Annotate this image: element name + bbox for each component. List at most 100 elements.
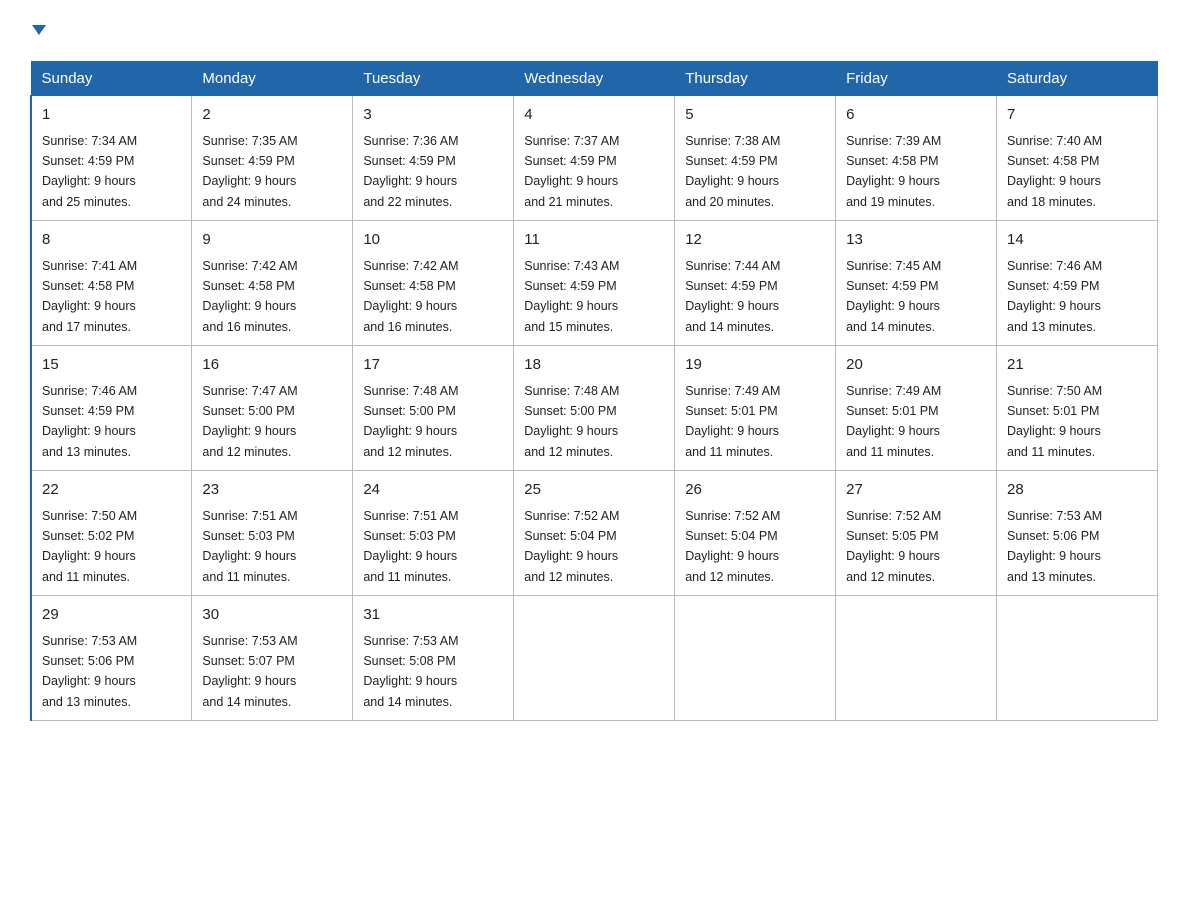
weekday-header-saturday: Saturday	[997, 62, 1158, 96]
day-info: Sunrise: 7:42 AMSunset: 4:58 PMDaylight:…	[363, 259, 458, 334]
day-number: 16	[202, 354, 342, 377]
day-info: Sunrise: 7:46 AMSunset: 4:59 PMDaylight:…	[42, 384, 137, 459]
day-number: 22	[42, 479, 181, 502]
day-info: Sunrise: 7:53 AMSunset: 5:08 PMDaylight:…	[363, 634, 458, 709]
day-info: Sunrise: 7:34 AMSunset: 4:59 PMDaylight:…	[42, 134, 137, 209]
day-info: Sunrise: 7:47 AMSunset: 5:00 PMDaylight:…	[202, 384, 297, 459]
day-info: Sunrise: 7:36 AMSunset: 4:59 PMDaylight:…	[363, 134, 458, 209]
day-info: Sunrise: 7:50 AMSunset: 5:02 PMDaylight:…	[42, 509, 137, 584]
calendar-cell: 30 Sunrise: 7:53 AMSunset: 5:07 PMDaylig…	[192, 596, 353, 721]
calendar-cell: 6 Sunrise: 7:39 AMSunset: 4:58 PMDayligh…	[836, 96, 997, 221]
calendar-cell: 13 Sunrise: 7:45 AMSunset: 4:59 PMDaylig…	[836, 221, 997, 346]
day-number: 14	[1007, 229, 1147, 252]
calendar-cell: 12 Sunrise: 7:44 AMSunset: 4:59 PMDaylig…	[675, 221, 836, 346]
day-number: 13	[846, 229, 986, 252]
day-info: Sunrise: 7:46 AMSunset: 4:59 PMDaylight:…	[1007, 259, 1102, 334]
calendar-cell: 7 Sunrise: 7:40 AMSunset: 4:58 PMDayligh…	[997, 96, 1158, 221]
calendar-cell: 8 Sunrise: 7:41 AMSunset: 4:58 PMDayligh…	[31, 221, 192, 346]
day-number: 6	[846, 104, 986, 127]
day-number: 17	[363, 354, 503, 377]
day-info: Sunrise: 7:52 AMSunset: 5:04 PMDaylight:…	[524, 509, 619, 584]
day-info: Sunrise: 7:35 AMSunset: 4:59 PMDaylight:…	[202, 134, 297, 209]
calendar-cell: 2 Sunrise: 7:35 AMSunset: 4:59 PMDayligh…	[192, 96, 353, 221]
day-info: Sunrise: 7:51 AMSunset: 5:03 PMDaylight:…	[363, 509, 458, 584]
day-number: 19	[685, 354, 825, 377]
day-info: Sunrise: 7:49 AMSunset: 5:01 PMDaylight:…	[685, 384, 780, 459]
calendar-cell: 16 Sunrise: 7:47 AMSunset: 5:00 PMDaylig…	[192, 346, 353, 471]
calendar-cell: 21 Sunrise: 7:50 AMSunset: 5:01 PMDaylig…	[997, 346, 1158, 471]
day-number: 18	[524, 354, 664, 377]
calendar-cell: 14 Sunrise: 7:46 AMSunset: 4:59 PMDaylig…	[997, 221, 1158, 346]
calendar-cell: 17 Sunrise: 7:48 AMSunset: 5:00 PMDaylig…	[353, 346, 514, 471]
day-number: 21	[1007, 354, 1147, 377]
day-number: 5	[685, 104, 825, 127]
day-number: 30	[202, 604, 342, 627]
day-number: 12	[685, 229, 825, 252]
day-info: Sunrise: 7:50 AMSunset: 5:01 PMDaylight:…	[1007, 384, 1102, 459]
day-info: Sunrise: 7:48 AMSunset: 5:00 PMDaylight:…	[363, 384, 458, 459]
calendar-cell: 9 Sunrise: 7:42 AMSunset: 4:58 PMDayligh…	[192, 221, 353, 346]
day-number: 28	[1007, 479, 1147, 502]
day-number: 23	[202, 479, 342, 502]
calendar-cell: 20 Sunrise: 7:49 AMSunset: 5:01 PMDaylig…	[836, 346, 997, 471]
calendar-cell: 10 Sunrise: 7:42 AMSunset: 4:58 PMDaylig…	[353, 221, 514, 346]
calendar-week-row: 1 Sunrise: 7:34 AMSunset: 4:59 PMDayligh…	[31, 96, 1158, 221]
weekday-header-sunday: Sunday	[31, 62, 192, 96]
day-number: 25	[524, 479, 664, 502]
calendar-cell: 25 Sunrise: 7:52 AMSunset: 5:04 PMDaylig…	[514, 471, 675, 596]
calendar-week-row: 22 Sunrise: 7:50 AMSunset: 5:02 PMDaylig…	[31, 471, 1158, 596]
day-number: 24	[363, 479, 503, 502]
calendar-cell: 31 Sunrise: 7:53 AMSunset: 5:08 PMDaylig…	[353, 596, 514, 721]
day-info: Sunrise: 7:53 AMSunset: 5:07 PMDaylight:…	[202, 634, 297, 709]
day-info: Sunrise: 7:48 AMSunset: 5:00 PMDaylight:…	[524, 384, 619, 459]
calendar-cell: 27 Sunrise: 7:52 AMSunset: 5:05 PMDaylig…	[836, 471, 997, 596]
calendar-cell: 26 Sunrise: 7:52 AMSunset: 5:04 PMDaylig…	[675, 471, 836, 596]
logo	[30, 20, 48, 43]
calendar-cell: 18 Sunrise: 7:48 AMSunset: 5:00 PMDaylig…	[514, 346, 675, 471]
calendar-week-row: 15 Sunrise: 7:46 AMSunset: 4:59 PMDaylig…	[31, 346, 1158, 471]
logo-arrow-icon	[30, 21, 48, 44]
day-number: 7	[1007, 104, 1147, 127]
weekday-header-thursday: Thursday	[675, 62, 836, 96]
day-info: Sunrise: 7:52 AMSunset: 5:04 PMDaylight:…	[685, 509, 780, 584]
day-info: Sunrise: 7:43 AMSunset: 4:59 PMDaylight:…	[524, 259, 619, 334]
calendar-cell	[514, 596, 675, 721]
calendar-cell: 19 Sunrise: 7:49 AMSunset: 5:01 PMDaylig…	[675, 346, 836, 471]
day-info: Sunrise: 7:51 AMSunset: 5:03 PMDaylight:…	[202, 509, 297, 584]
day-number: 26	[685, 479, 825, 502]
calendar-cell: 24 Sunrise: 7:51 AMSunset: 5:03 PMDaylig…	[353, 471, 514, 596]
calendar-cell: 28 Sunrise: 7:53 AMSunset: 5:06 PMDaylig…	[997, 471, 1158, 596]
day-info: Sunrise: 7:53 AMSunset: 5:06 PMDaylight:…	[42, 634, 137, 709]
day-info: Sunrise: 7:40 AMSunset: 4:58 PMDaylight:…	[1007, 134, 1102, 209]
day-number: 15	[42, 354, 181, 377]
page-header	[30, 20, 1158, 43]
calendar-cell: 22 Sunrise: 7:50 AMSunset: 5:02 PMDaylig…	[31, 471, 192, 596]
day-info: Sunrise: 7:42 AMSunset: 4:58 PMDaylight:…	[202, 259, 297, 334]
calendar-cell: 11 Sunrise: 7:43 AMSunset: 4:59 PMDaylig…	[514, 221, 675, 346]
weekday-header-wednesday: Wednesday	[514, 62, 675, 96]
calendar-week-row: 29 Sunrise: 7:53 AMSunset: 5:06 PMDaylig…	[31, 596, 1158, 721]
calendar-cell: 3 Sunrise: 7:36 AMSunset: 4:59 PMDayligh…	[353, 96, 514, 221]
calendar-cell: 1 Sunrise: 7:34 AMSunset: 4:59 PMDayligh…	[31, 96, 192, 221]
day-info: Sunrise: 7:53 AMSunset: 5:06 PMDaylight:…	[1007, 509, 1102, 584]
weekday-header-friday: Friday	[836, 62, 997, 96]
day-info: Sunrise: 7:49 AMSunset: 5:01 PMDaylight:…	[846, 384, 941, 459]
calendar-cell: 23 Sunrise: 7:51 AMSunset: 5:03 PMDaylig…	[192, 471, 353, 596]
day-number: 4	[524, 104, 664, 127]
day-number: 8	[42, 229, 181, 252]
day-info: Sunrise: 7:39 AMSunset: 4:58 PMDaylight:…	[846, 134, 941, 209]
calendar-cell	[675, 596, 836, 721]
calendar-cell: 4 Sunrise: 7:37 AMSunset: 4:59 PMDayligh…	[514, 96, 675, 221]
day-info: Sunrise: 7:41 AMSunset: 4:58 PMDaylight:…	[42, 259, 137, 334]
day-info: Sunrise: 7:52 AMSunset: 5:05 PMDaylight:…	[846, 509, 941, 584]
day-number: 11	[524, 229, 664, 252]
day-number: 3	[363, 104, 503, 127]
day-info: Sunrise: 7:44 AMSunset: 4:59 PMDaylight:…	[685, 259, 780, 334]
calendar-cell	[836, 596, 997, 721]
weekday-header-tuesday: Tuesday	[353, 62, 514, 96]
day-number: 10	[363, 229, 503, 252]
calendar-cell: 5 Sunrise: 7:38 AMSunset: 4:59 PMDayligh…	[675, 96, 836, 221]
calendar-table: SundayMondayTuesdayWednesdayThursdayFrid…	[30, 61, 1158, 721]
weekday-header-row: SundayMondayTuesdayWednesdayThursdayFrid…	[31, 62, 1158, 96]
calendar-cell: 15 Sunrise: 7:46 AMSunset: 4:59 PMDaylig…	[31, 346, 192, 471]
